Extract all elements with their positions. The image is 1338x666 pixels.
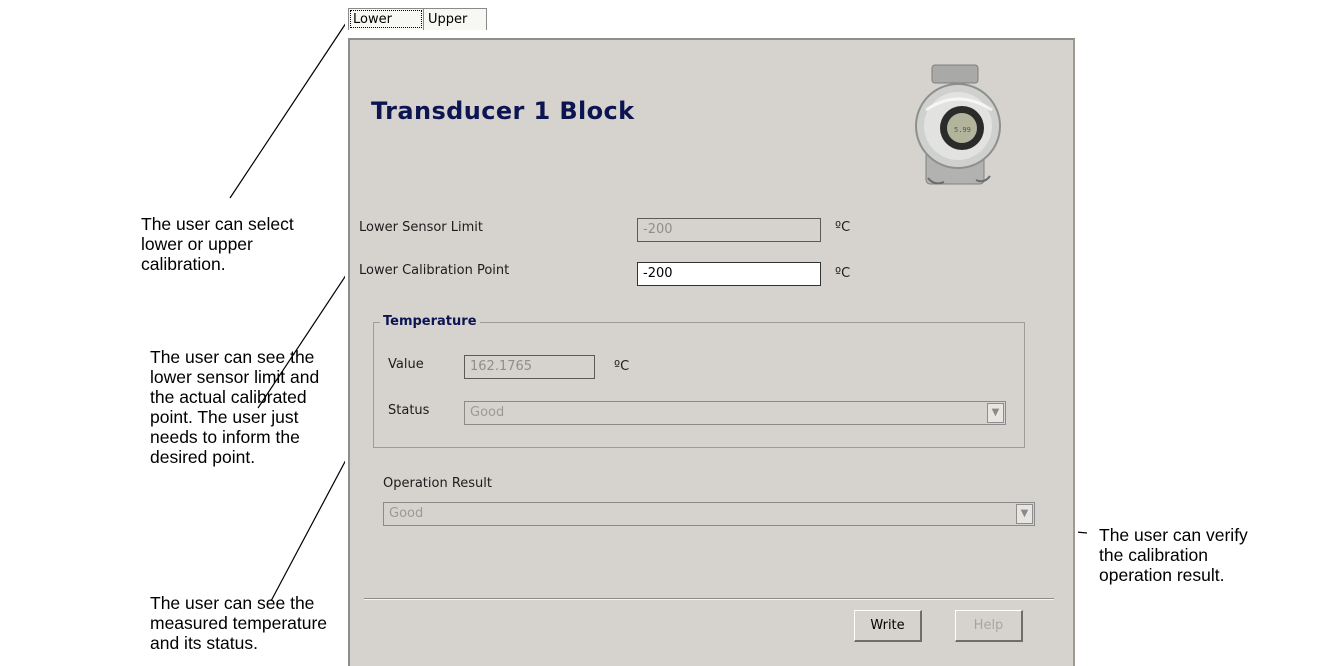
- annotation-sensor-limit: The user can see the lower sensor limit …: [150, 347, 320, 467]
- tab-upper[interactable]: Upper: [423, 8, 487, 30]
- temperature-group-title: Temperature: [380, 314, 480, 329]
- transducer-panel: Transducer 1 Block 5.99 Lower Sensor Lim…: [348, 38, 1075, 666]
- temperature-groupbox: Temperature Value 162.1765 ºC Status Goo…: [373, 314, 1025, 448]
- lower-sensor-limit-label: Lower Sensor Limit: [359, 220, 483, 235]
- write-button[interactable]: Write: [854, 610, 922, 642]
- operation-result-select[interactable]: Good ▼: [383, 502, 1035, 526]
- temperature-status-value: Good: [470, 405, 505, 420]
- tab-lower[interactable]: Lower: [348, 8, 424, 30]
- transmitter-device-icon: 5.99: [915, 64, 1001, 185]
- annotation-tab-select: The user can select lower or upper calib…: [141, 214, 294, 274]
- help-button[interactable]: Help: [955, 610, 1023, 642]
- lower-calibration-point-input[interactable]: -200: [637, 262, 821, 286]
- page-title: Transducer 1 Block: [371, 97, 635, 125]
- annotation-operation-result: The user can verify the calibration oper…: [1099, 525, 1248, 585]
- lower-sensor-limit-unit: ºC: [835, 220, 851, 235]
- lower-calibration-point-label: Lower Calibration Point: [359, 263, 510, 278]
- tab-upper-label: Upper: [428, 12, 468, 27]
- lower-sensor-limit-field: -200: [637, 218, 821, 242]
- temperature-status-label: Status: [388, 403, 430, 418]
- tab-lower-label: Lower: [353, 12, 392, 27]
- temperature-status-select[interactable]: Good ▼: [464, 401, 1006, 425]
- footer-divider: [364, 598, 1054, 600]
- chevron-down-icon[interactable]: ▼: [1016, 504, 1033, 524]
- lower-calibration-point-unit: ºC: [835, 266, 851, 281]
- svg-text:5.99: 5.99: [954, 126, 971, 134]
- annotation-temperature: The user can see the measured temperatur…: [150, 593, 328, 653]
- temperature-value-unit: ºC: [614, 359, 630, 374]
- operation-result-label: Operation Result: [383, 476, 492, 491]
- operation-result-value: Good: [389, 506, 424, 521]
- temperature-value-label: Value: [388, 357, 424, 372]
- temperature-value-field: 162.1765: [464, 355, 595, 379]
- chevron-down-icon[interactable]: ▼: [987, 403, 1004, 423]
